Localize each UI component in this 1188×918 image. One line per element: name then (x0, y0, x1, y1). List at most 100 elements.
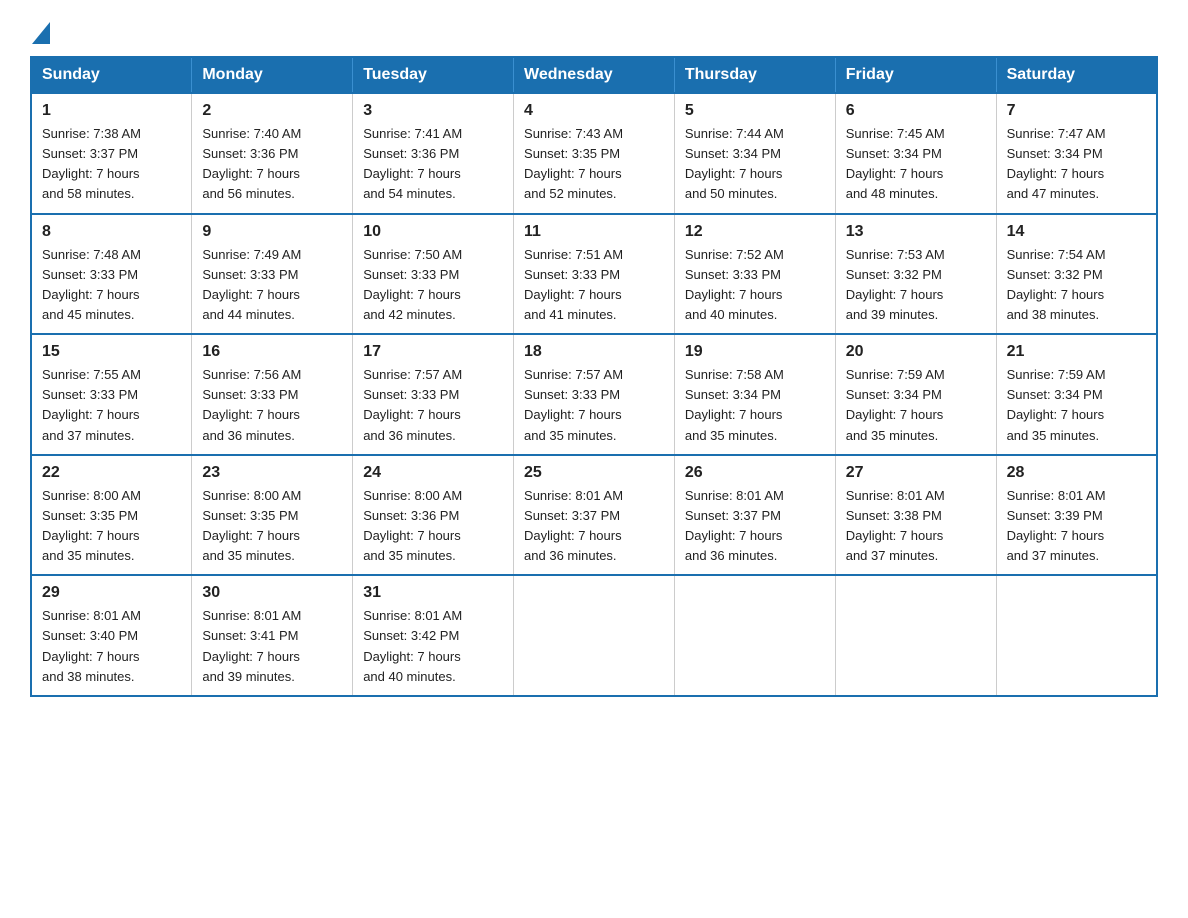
calendar-cell: 24 Sunrise: 8:00 AMSunset: 3:36 PMDayligh… (353, 455, 514, 576)
day-number: 26 (685, 464, 825, 482)
calendar-week-row: 1 Sunrise: 7:38 AMSunset: 3:37 PMDaylight… (31, 93, 1157, 214)
day-info: Sunrise: 7:43 AMSunset: 3:35 PMDaylight:… (524, 124, 664, 205)
calendar-cell: 27 Sunrise: 8:01 AMSunset: 3:38 PMDayligh… (835, 455, 996, 576)
calendar-cell: 23 Sunrise: 8:00 AMSunset: 3:35 PMDayligh… (192, 455, 353, 576)
day-number: 6 (846, 102, 986, 120)
calendar-cell: 6 Sunrise: 7:45 AMSunset: 3:34 PMDaylight… (835, 93, 996, 214)
day-info: Sunrise: 7:56 AMSunset: 3:33 PMDaylight:… (202, 365, 342, 446)
day-info: Sunrise: 8:01 AMSunset: 3:37 PMDaylight:… (685, 486, 825, 567)
col-header-thursday: Thursday (674, 57, 835, 93)
day-info: Sunrise: 7:51 AMSunset: 3:33 PMDaylight:… (524, 245, 664, 326)
day-number: 28 (1007, 464, 1146, 482)
day-number: 30 (202, 584, 342, 602)
day-info: Sunrise: 7:59 AMSunset: 3:34 PMDaylight:… (1007, 365, 1146, 446)
day-info: Sunrise: 8:01 AMSunset: 3:38 PMDaylight:… (846, 486, 986, 567)
calendar-cell: 12Sunrise: 7:52 AMSunset: 3:33 PMDayligh… (674, 214, 835, 335)
day-number: 7 (1007, 102, 1146, 120)
calendar-cell: 13Sunrise: 7:53 AMSunset: 3:32 PMDayligh… (835, 214, 996, 335)
calendar-week-row: 29 Sunrise: 8:01 AMSunset: 3:40 PMDayligh… (31, 575, 1157, 696)
calendar-cell: 2 Sunrise: 7:40 AMSunset: 3:36 PMDaylight… (192, 93, 353, 214)
day-number: 21 (1007, 343, 1146, 361)
day-info: Sunrise: 7:41 AMSunset: 3:36 PMDaylight:… (363, 124, 503, 205)
calendar-week-row: 8Sunrise: 7:48 AMSunset: 3:33 PMDaylight… (31, 214, 1157, 335)
day-number: 12 (685, 223, 825, 241)
day-number: 1 (42, 102, 181, 120)
day-number: 11 (524, 223, 664, 241)
day-info: Sunrise: 7:40 AMSunset: 3:36 PMDaylight:… (202, 124, 342, 205)
day-info: Sunrise: 8:00 AMSunset: 3:35 PMDaylight:… (202, 486, 342, 567)
calendar-cell: 15 Sunrise: 7:55 AMSunset: 3:33 PMDayligh… (31, 334, 192, 455)
day-info: Sunrise: 7:54 AMSunset: 3:32 PMDaylight:… (1007, 245, 1146, 326)
day-number: 2 (202, 102, 342, 120)
day-info: Sunrise: 7:55 AMSunset: 3:33 PMDaylight:… (42, 365, 181, 446)
day-number: 17 (363, 343, 503, 361)
calendar-table: SundayMondayTuesdayWednesdayThursdayFrid… (30, 56, 1158, 697)
day-info: Sunrise: 7:45 AMSunset: 3:34 PMDaylight:… (846, 124, 986, 205)
calendar-cell: 22 Sunrise: 8:00 AMSunset: 3:35 PMDayligh… (31, 455, 192, 576)
day-number: 22 (42, 464, 181, 482)
day-info: Sunrise: 8:00 AMSunset: 3:36 PMDaylight:… (363, 486, 503, 567)
day-number: 29 (42, 584, 181, 602)
day-number: 25 (524, 464, 664, 482)
calendar-cell: 14 Sunrise: 7:54 AMSunset: 3:32 PMDayligh… (996, 214, 1157, 335)
calendar-cell: 21 Sunrise: 7:59 AMSunset: 3:34 PMDayligh… (996, 334, 1157, 455)
col-header-wednesday: Wednesday (514, 57, 675, 93)
calendar-cell: 30 Sunrise: 8:01 AMSunset: 3:41 PMDayligh… (192, 575, 353, 696)
calendar-cell: 8Sunrise: 7:48 AMSunset: 3:33 PMDaylight… (31, 214, 192, 335)
day-info: Sunrise: 7:59 AMSunset: 3:34 PMDaylight:… (846, 365, 986, 446)
calendar-cell: 18 Sunrise: 7:57 AMSunset: 3:33 PMDayligh… (514, 334, 675, 455)
logo-triangle-icon (32, 22, 50, 44)
day-info: Sunrise: 8:01 AMSunset: 3:39 PMDaylight:… (1007, 486, 1146, 567)
calendar-header-row: SundayMondayTuesdayWednesdayThursdayFrid… (31, 57, 1157, 93)
calendar-cell: 11 Sunrise: 7:51 AMSunset: 3:33 PMDayligh… (514, 214, 675, 335)
day-number: 16 (202, 343, 342, 361)
day-info: Sunrise: 7:48 AMSunset: 3:33 PMDaylight:… (42, 245, 181, 326)
day-info: Sunrise: 7:38 AMSunset: 3:37 PMDaylight:… (42, 124, 181, 205)
day-number: 15 (42, 343, 181, 361)
day-info: Sunrise: 8:01 AMSunset: 3:41 PMDaylight:… (202, 606, 342, 687)
calendar-cell: 5Sunrise: 7:44 AMSunset: 3:34 PMDaylight… (674, 93, 835, 214)
logo (30, 20, 52, 38)
calendar-cell: 29 Sunrise: 8:01 AMSunset: 3:40 PMDayligh… (31, 575, 192, 696)
calendar-week-row: 22 Sunrise: 8:00 AMSunset: 3:35 PMDayligh… (31, 455, 1157, 576)
day-info: Sunrise: 7:53 AMSunset: 3:32 PMDaylight:… (846, 245, 986, 326)
calendar-week-row: 15 Sunrise: 7:55 AMSunset: 3:33 PMDayligh… (31, 334, 1157, 455)
col-header-saturday: Saturday (996, 57, 1157, 93)
calendar-cell: 9Sunrise: 7:49 AMSunset: 3:33 PMDaylight… (192, 214, 353, 335)
day-number: 27 (846, 464, 986, 482)
col-header-monday: Monday (192, 57, 353, 93)
day-number: 31 (363, 584, 503, 602)
day-info: Sunrise: 7:47 AMSunset: 3:34 PMDaylight:… (1007, 124, 1146, 205)
day-number: 3 (363, 102, 503, 120)
day-info: Sunrise: 7:57 AMSunset: 3:33 PMDaylight:… (363, 365, 503, 446)
calendar-cell (835, 575, 996, 696)
calendar-cell: 4 Sunrise: 7:43 AMSunset: 3:35 PMDaylight… (514, 93, 675, 214)
calendar-cell: 16 Sunrise: 7:56 AMSunset: 3:33 PMDayligh… (192, 334, 353, 455)
day-info: Sunrise: 7:57 AMSunset: 3:33 PMDaylight:… (524, 365, 664, 446)
day-number: 9 (202, 223, 342, 241)
day-number: 5 (685, 102, 825, 120)
day-number: 18 (524, 343, 664, 361)
col-header-sunday: Sunday (31, 57, 192, 93)
col-header-tuesday: Tuesday (353, 57, 514, 93)
day-number: 19 (685, 343, 825, 361)
day-number: 4 (524, 102, 664, 120)
day-number: 20 (846, 343, 986, 361)
day-info: Sunrise: 8:00 AMSunset: 3:35 PMDaylight:… (42, 486, 181, 567)
day-number: 14 (1007, 223, 1146, 241)
day-info: Sunrise: 8:01 AMSunset: 3:42 PMDaylight:… (363, 606, 503, 687)
calendar-cell (674, 575, 835, 696)
calendar-cell: 19Sunrise: 7:58 AMSunset: 3:34 PMDayligh… (674, 334, 835, 455)
calendar-cell (514, 575, 675, 696)
calendar-cell: 28 Sunrise: 8:01 AMSunset: 3:39 PMDayligh… (996, 455, 1157, 576)
calendar-cell: 1 Sunrise: 7:38 AMSunset: 3:37 PMDaylight… (31, 93, 192, 214)
calendar-cell: 7 Sunrise: 7:47 AMSunset: 3:34 PMDaylight… (996, 93, 1157, 214)
day-info: Sunrise: 8:01 AMSunset: 3:37 PMDaylight:… (524, 486, 664, 567)
day-number: 24 (363, 464, 503, 482)
calendar-cell: 26 Sunrise: 8:01 AMSunset: 3:37 PMDayligh… (674, 455, 835, 576)
calendar-cell: 25 Sunrise: 8:01 AMSunset: 3:37 PMDayligh… (514, 455, 675, 576)
calendar-cell: 3 Sunrise: 7:41 AMSunset: 3:36 PMDaylight… (353, 93, 514, 214)
day-info: Sunrise: 8:01 AMSunset: 3:40 PMDaylight:… (42, 606, 181, 687)
day-number: 23 (202, 464, 342, 482)
calendar-cell (996, 575, 1157, 696)
